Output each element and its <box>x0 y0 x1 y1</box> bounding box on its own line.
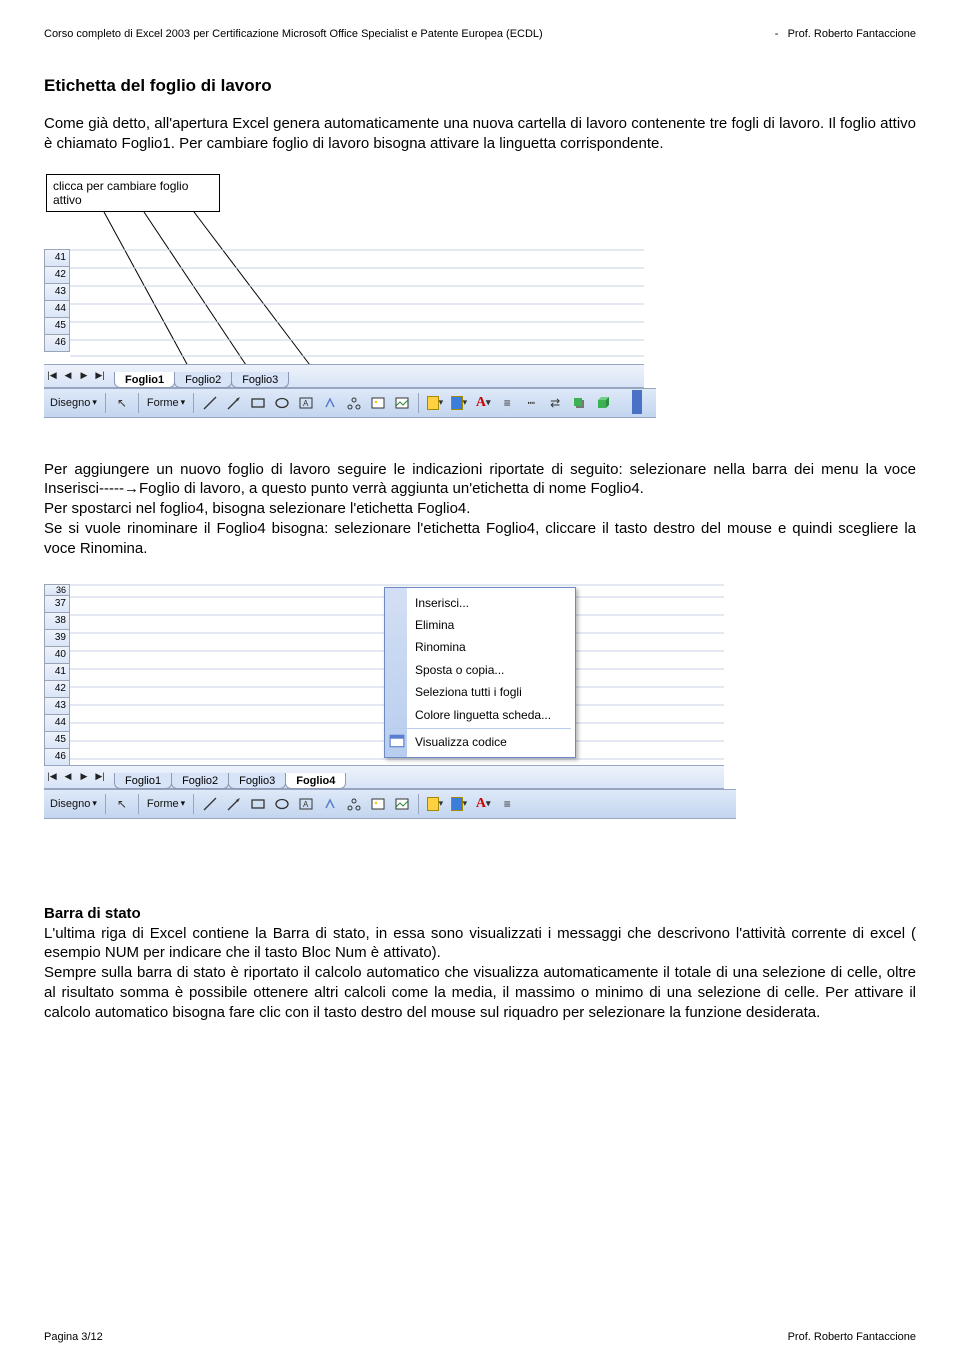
figure-context-menu: 36 37 38 39 40 41 42 43 44 45 46 <box>44 577 724 877</box>
textbox-icon[interactable]: A <box>298 796 314 812</box>
menu-item-seleziona-tutti[interactable]: Seleziona tutti i fogli <box>385 681 575 703</box>
rectangle-icon[interactable] <box>250 395 266 411</box>
arrow-icon[interactable] <box>226 796 242 812</box>
line-icon[interactable] <box>202 395 218 411</box>
section-heading-barra-stato: Barra di stato <box>44 905 916 922</box>
font-color-icon[interactable]: A▾ <box>475 395 491 411</box>
picture-icon[interactable] <box>394 796 410 812</box>
sheet-tab-context-menu: Inserisci... Elimina Rinomina Sposta o c… <box>384 587 576 759</box>
tab-nav-last-icon[interactable]: ▶| <box>93 770 107 784</box>
svg-text:A: A <box>303 399 309 408</box>
paragraph-add-sheet-2: Per spostarci nel foglio4, bisogna selez… <box>44 499 916 519</box>
wordart-icon[interactable] <box>322 395 338 411</box>
tab-nav-next-icon[interactable]: ▶ <box>77 369 91 383</box>
toolbar-separator <box>418 794 419 814</box>
header-right: - Prof. Roberto Fantaccione <box>775 28 916 40</box>
picture-icon[interactable] <box>394 395 410 411</box>
page-header: Corso completo di Excel 2003 per Certifi… <box>44 28 916 40</box>
line-weight-icon[interactable]: ≡ <box>499 796 515 812</box>
drawing-toolbar: Disegno ▾ ↖ Forme ▾ A ▾ ▾ A▾ ≡ ┉ ⇄ <box>44 388 656 418</box>
font-color-icon[interactable]: A▾ <box>475 796 491 812</box>
forme-menu[interactable]: Forme ▾ <box>147 397 185 409</box>
disegno-menu[interactable]: Disegno ▾ <box>50 397 97 409</box>
sheet-tab-foglio2[interactable]: Foglio2 <box>174 372 232 388</box>
tab-nav-first-icon[interactable]: |◀ <box>45 770 59 784</box>
sheet-tab-foglio3[interactable]: Foglio3 <box>231 372 289 388</box>
paragraph-status-2: Sempre sulla barra di stato è riportato … <box>44 963 916 1022</box>
figure-sheet-tabs: clicca per cambiare foglio attivo 41 42 … <box>44 172 644 432</box>
forme-menu[interactable]: Forme ▾ <box>147 798 185 810</box>
line-color-icon[interactable]: ▾ <box>451 395 467 411</box>
toolbar-separator <box>193 794 194 814</box>
sheet-tab-foglio1[interactable]: Foglio1 <box>114 773 172 789</box>
line-weight-icon[interactable]: ≡ <box>499 395 515 411</box>
page-footer: Pagina 3/12 Prof. Roberto Fantaccione <box>44 1331 916 1343</box>
disegno-menu[interactable]: Disegno ▾ <box>50 798 97 810</box>
toolbar-separator <box>418 393 419 413</box>
pointer-icon[interactable]: ↖ <box>114 395 130 411</box>
header-left: Corso completo di Excel 2003 per Certifi… <box>44 28 543 40</box>
arrow-style-icon[interactable]: ⇄ <box>547 395 563 411</box>
menu-separator <box>389 728 571 729</box>
tab-nav-first-icon[interactable]: |◀ <box>45 369 59 383</box>
menu-item-rinomina[interactable]: Rinomina <box>385 636 575 658</box>
oval-icon[interactable] <box>274 395 290 411</box>
tab-nav-prev-icon[interactable]: ◀ <box>61 369 75 383</box>
sheet-tab-foglio2[interactable]: Foglio2 <box>171 773 229 789</box>
paragraph-status-1: L'ultima riga di Excel contiene la Barra… <box>44 924 916 964</box>
paragraph-add-sheet-1: Per aggiungere un nuovo foglio di lavoro… <box>44 460 916 500</box>
clipart-icon[interactable] <box>370 395 386 411</box>
toolbar-separator <box>138 393 139 413</box>
footer-page-number: Pagina 3/12 <box>44 1331 103 1343</box>
fill-color-icon[interactable]: ▾ <box>427 395 443 411</box>
textbox-icon[interactable]: A <box>298 395 314 411</box>
section-heading-etichetta: Etichetta del foglio di lavoro <box>44 76 916 96</box>
diagram-icon[interactable] <box>346 796 362 812</box>
sheet-tabs-bar: |◀ ◀ ▶ ▶| Foglio1 Foglio2 Foglio3 Foglio… <box>44 765 724 789</box>
tab-nav-next-icon[interactable]: ▶ <box>77 770 91 784</box>
menu-item-inserisci[interactable]: Inserisci... <box>385 592 575 614</box>
toolbar-grip-icon[interactable] <box>632 390 642 414</box>
footer-author: Prof. Roberto Fantaccione <box>788 1331 916 1343</box>
toolbar-separator <box>105 393 106 413</box>
svg-text:A: A <box>303 800 309 809</box>
toolbar-separator <box>105 794 106 814</box>
fill-color-icon[interactable]: ▾ <box>427 796 443 812</box>
menu-item-visualizza-codice[interactable]: Visualizza codice <box>385 731 575 753</box>
sheet-tab-foglio3[interactable]: Foglio3 <box>228 773 286 789</box>
pointer-icon[interactable]: ↖ <box>114 796 130 812</box>
toolbar-separator <box>193 393 194 413</box>
paragraph-intro-1: Come già detto, all'apertura Excel gener… <box>44 114 916 154</box>
code-icon <box>389 733 405 749</box>
menu-item-sposta-copia[interactable]: Sposta o copia... <box>385 659 575 681</box>
threed-icon[interactable] <box>595 395 611 411</box>
dash-style-icon[interactable]: ┉ <box>523 395 539 411</box>
diagram-icon[interactable] <box>346 395 362 411</box>
arrow-icon[interactable] <box>226 395 242 411</box>
sheet-tab-foglio4[interactable]: Foglio4 <box>285 773 346 789</box>
clipart-icon[interactable] <box>370 796 386 812</box>
tab-nav-last-icon[interactable]: ▶| <box>93 369 107 383</box>
drawing-toolbar: Disegno ▾ ↖ Forme ▾ A ▾ ▾ A▾ ≡ <box>44 789 736 819</box>
toolbar-separator <box>138 794 139 814</box>
paragraph-add-sheet-3: Se si vuole rinominare il Foglio4 bisogn… <box>44 519 916 559</box>
sheet-tabs-bar: |◀ ◀ ▶ ▶| Foglio1 Foglio2 Foglio3 <box>44 364 644 388</box>
line-icon[interactable] <box>202 796 218 812</box>
line-color-icon[interactable]: ▾ <box>451 796 467 812</box>
grid-area <box>44 242 644 362</box>
menu-item-elimina[interactable]: Elimina <box>385 614 575 636</box>
tab-nav-prev-icon[interactable]: ◀ <box>61 770 75 784</box>
menu-item-colore-linguetta[interactable]: Colore linguetta scheda... <box>385 704 575 726</box>
shadow-icon[interactable] <box>571 395 587 411</box>
rectangle-icon[interactable] <box>250 796 266 812</box>
oval-icon[interactable] <box>274 796 290 812</box>
wordart-icon[interactable] <box>322 796 338 812</box>
sheet-tab-foglio1[interactable]: Foglio1 <box>114 372 175 388</box>
